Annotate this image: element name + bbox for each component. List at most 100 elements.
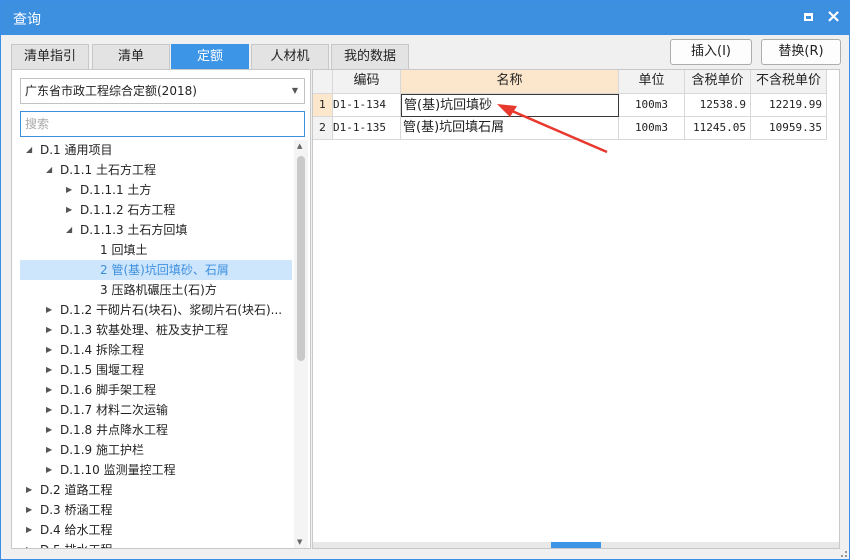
tree-item[interactable]: ▶ D.1.6 脚手架工程	[12, 380, 292, 400]
tree-item-label: D.1.7 材料二次运输	[60, 403, 168, 417]
tree-item-label: D.1.9 施工护栏	[60, 443, 144, 457]
tab-quota[interactable]: 定额	[171, 44, 249, 70]
collapsed-arrow-icon[interactable]: ▶	[46, 440, 56, 460]
title-bar[interactable]: 查询 ×	[1, 1, 849, 35]
cell-name[interactable]: 管(基)坑回填石屑	[401, 117, 619, 140]
collapsed-arrow-icon[interactable]: ▶	[46, 300, 56, 320]
chevron-down-icon[interactable]: ▼	[292, 79, 298, 103]
tree-item-label: D.1.5 围堰工程	[60, 363, 144, 377]
collapsed-arrow-icon[interactable]: ▶	[26, 500, 36, 520]
restore-icon[interactable]	[801, 9, 817, 25]
expanded-arrow-icon[interactable]: ◢	[66, 220, 76, 240]
tree-item[interactable]: ▶ D.1.1.2 石方工程	[12, 200, 292, 220]
collapsed-arrow-icon[interactable]: ▶	[46, 420, 56, 440]
tree-item[interactable]: ▶ D.1.9 施工护栏	[12, 440, 292, 460]
scroll-up-icon[interactable]: ▲	[297, 142, 302, 150]
tree-item-label: D.1.1.3 土石方回填	[80, 223, 188, 237]
cell-notax-price[interactable]: 12219.99	[751, 94, 827, 117]
column-header-code[interactable]: 编码	[333, 70, 401, 94]
tree-item-label: D.1.3 软基处理、桩及支护工程	[60, 323, 228, 337]
tab-bill-guide[interactable]: 清单指引	[11, 44, 89, 70]
cell-row-number[interactable]: 1	[313, 94, 333, 117]
scrollbar-thumb[interactable]	[297, 156, 305, 361]
tree-item-label: D.1.10 监测量控工程	[60, 463, 176, 477]
tree-item-label: D.5 排水工程	[40, 540, 113, 548]
tree-item-label: D.1.6 脚手架工程	[60, 383, 156, 397]
tree-item[interactable]: ▶ D.1.7 材料二次运输	[12, 400, 292, 420]
cell-code[interactable]: D1-1-135	[333, 117, 401, 140]
expanded-arrow-icon[interactable]: ◢	[26, 140, 36, 160]
collapsed-arrow-icon[interactable]: ▶	[46, 380, 56, 400]
collapsed-arrow-icon[interactable]: ▶	[46, 320, 56, 340]
cell-unit[interactable]: 100m3	[619, 117, 685, 140]
library-select-value: 广东省市政工程综合定额(2018)	[25, 84, 197, 98]
tree-item[interactable]: 2 管(基)坑回填砂、石屑	[20, 260, 292, 280]
column-header-name[interactable]: 名称	[401, 70, 619, 94]
tree-item[interactable]: ▶ D.1.4 拆除工程	[12, 340, 292, 360]
collapsed-arrow-icon[interactable]: ▶	[46, 340, 56, 360]
tree-item[interactable]: 1 回填土	[12, 240, 292, 260]
search-input[interactable]: 搜索	[20, 111, 305, 137]
column-header-unit[interactable]: 单位	[619, 70, 685, 94]
tree-scrollbar[interactable]: ▲ ▼	[294, 140, 308, 548]
collapsed-arrow-icon[interactable]: ▶	[26, 520, 36, 540]
tree-item-label: D.1.4 拆除工程	[60, 343, 144, 357]
tree-item-label: D.1.1.2 石方工程	[80, 203, 176, 217]
cell-name[interactable]: 管(基)坑回填砂	[401, 94, 619, 117]
column-header-tax-price[interactable]: 含税单价	[685, 70, 751, 94]
insert-button[interactable]: 插入(I)	[670, 39, 752, 65]
tree-item[interactable]: ◢ D.1.1.3 土石方回填	[12, 220, 292, 240]
tree-item-label: 2 管(基)坑回填砂、石屑	[100, 263, 229, 277]
close-icon[interactable]: ×	[825, 6, 841, 27]
tree-item[interactable]: ▶ D.1.2 干砌片石(块石)、浆砌片石(块石)...	[12, 300, 292, 320]
cell-tax-price[interactable]: 12538.9	[685, 94, 751, 117]
collapsed-arrow-icon[interactable]: ▶	[26, 480, 36, 500]
tab-my-data[interactable]: 我的数据	[331, 44, 409, 70]
cell-tax-price[interactable]: 11245.05	[685, 117, 751, 140]
column-header-row-number[interactable]	[313, 70, 333, 94]
library-select[interactable]: 广东省市政工程综合定额(2018) ▼	[20, 78, 305, 104]
tree-item-label: D.1.8 井点降水工程	[60, 423, 168, 437]
tree-item-label: D.3 桥涵工程	[40, 503, 113, 517]
cell-unit[interactable]: 100m3	[619, 94, 685, 117]
tree-item[interactable]: ▶ D.1.8 井点降水工程	[12, 420, 292, 440]
collapsed-arrow-icon[interactable]: ▶	[46, 460, 56, 480]
resize-grip-icon[interactable]	[841, 551, 847, 557]
tree-item[interactable]: 3 压路机碾压土(石)方	[12, 280, 292, 300]
replace-button[interactable]: 替换(R)	[761, 39, 841, 65]
cell-notax-price[interactable]: 10959.35	[751, 117, 827, 140]
collapse-handle[interactable]	[551, 542, 601, 548]
tree-item-label: D.2 道路工程	[40, 483, 113, 497]
tree-item[interactable]: ◢ D.1.1 土石方工程	[12, 160, 292, 180]
tree-item-label: D.1 通用项目	[40, 143, 113, 157]
column-header-notax-price[interactable]: 不含税单价	[751, 70, 827, 94]
tree-item[interactable]: ▶ D.1.5 围堰工程	[12, 360, 292, 380]
expanded-arrow-icon[interactable]: ◢	[46, 160, 56, 180]
annotation-arrow	[497, 104, 608, 154]
collapsed-arrow-icon[interactable]: ▶	[46, 400, 56, 420]
tree-item[interactable]: ▶ D.4 给水工程	[12, 520, 292, 540]
collapsed-arrow-icon[interactable]: ▶	[66, 200, 76, 220]
collapsed-arrow-icon[interactable]: ▶	[46, 360, 56, 380]
tab-labor-material-machine[interactable]: 人材机	[251, 44, 329, 70]
tree-item[interactable]: ▶ D.1.3 软基处理、桩及支护工程	[12, 320, 292, 340]
collapsed-arrow-icon[interactable]: ▶	[66, 180, 76, 200]
tree-item[interactable]: ▶ D.5 排水工程	[12, 540, 292, 548]
category-tree: ◢ D.1 通用项目 ◢ D.1.1 土石方工程 ▶ D.1.1.1 土方 ▶ D.1.1.2…	[12, 140, 292, 548]
tree-item-label: 3 压路机碾压土(石)方	[100, 283, 217, 297]
tree-item[interactable]: ▶ D.1.10 监测量控工程	[12, 460, 292, 480]
collapsed-arrow-icon[interactable]: ▶	[26, 540, 36, 548]
cell-code[interactable]: D1-1-134	[333, 94, 401, 117]
window-title: 查询	[13, 12, 41, 28]
tree-item-label: 1 回填土	[100, 243, 148, 257]
tree-item[interactable]: ▶ D.2 道路工程	[12, 480, 292, 500]
tree-item-label: D.1.2 干砌片石(块石)、浆砌片石(块石)...	[60, 303, 283, 317]
tree-item[interactable]: ▶ D.3 桥涵工程	[12, 500, 292, 520]
cell-row-number[interactable]: 2	[313, 117, 333, 140]
tree-item-label: D.4 给水工程	[40, 523, 113, 537]
tree-item[interactable]: ◢ D.1 通用项目	[12, 140, 292, 160]
tab-bill[interactable]: 清单	[92, 44, 170, 70]
tree-item[interactable]: ▶ D.1.1.1 土方	[12, 180, 292, 200]
grid-bottom-bar	[313, 542, 839, 548]
scroll-down-icon[interactable]: ▼	[297, 538, 302, 546]
